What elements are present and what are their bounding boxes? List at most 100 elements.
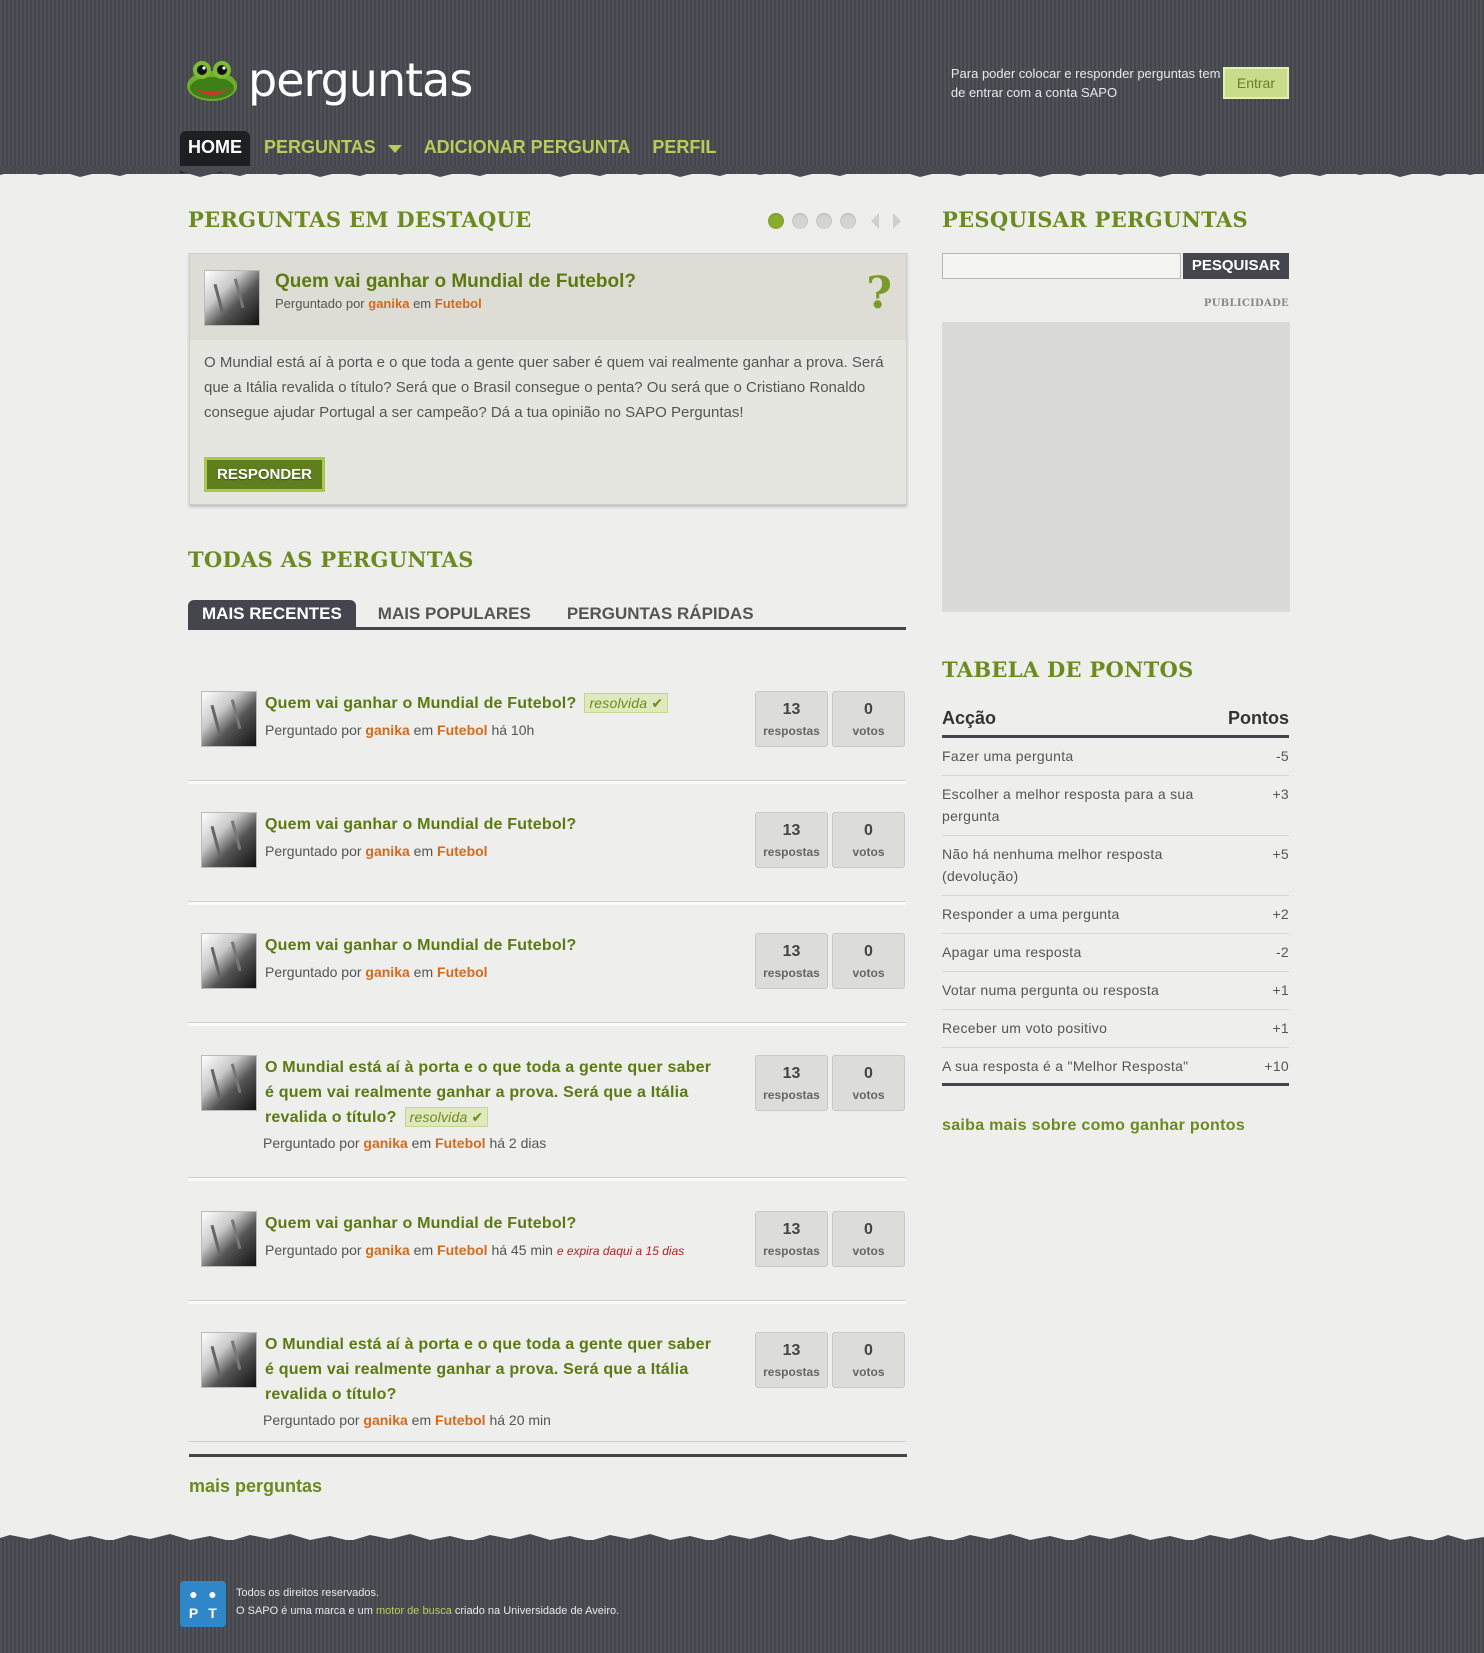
points-more-link[interactable]: saiba mais sobre como ganhar pontos bbox=[942, 1117, 1245, 1135]
votes-label: votos bbox=[852, 724, 885, 738]
category-link[interactable]: Futebol bbox=[437, 964, 488, 980]
logo[interactable]: perguntas bbox=[186, 50, 473, 110]
question-row: Quem vai ganhar o Mundial de Futebol? res… bbox=[188, 691, 906, 784]
meta-in: em bbox=[411, 1412, 432, 1428]
logo-letter: ● bbox=[189, 1586, 198, 1602]
badge-label: resolvida bbox=[409, 1109, 468, 1125]
all-questions-section-title: TODAS AS PERGUNTAS bbox=[188, 547, 474, 572]
question-title[interactable]: Quem vai ganhar o Mundial de Futebol? bbox=[265, 933, 715, 958]
avatar[interactable] bbox=[201, 1211, 257, 1267]
answers-label: respostas bbox=[763, 1244, 820, 1258]
meta-in: em bbox=[413, 296, 432, 311]
avatar[interactable] bbox=[201, 933, 257, 989]
user-link[interactable]: ganika bbox=[365, 722, 409, 738]
featured-question-title[interactable]: Quem vai ganhar o Mundial de Futebol? bbox=[275, 271, 636, 293]
featured-question-card: Quem vai ganhar o Mundial de Futebol? Pe… bbox=[189, 253, 907, 505]
avatar[interactable] bbox=[201, 1055, 257, 1111]
answers-count[interactable]: 13 respostas bbox=[755, 1055, 828, 1111]
user-link[interactable]: ganika bbox=[363, 1412, 407, 1428]
votes-count[interactable]: 0 votos bbox=[832, 1211, 905, 1267]
site-header: perguntas Para poder colocar e responder… bbox=[0, 0, 1484, 174]
tab-mais-recentes[interactable]: MAIS RECENTES bbox=[188, 600, 356, 627]
user-link[interactable]: ganika bbox=[365, 1242, 409, 1258]
tab-mais-populares[interactable]: MAIS POPULARES bbox=[364, 600, 545, 627]
more-questions-link[interactable]: mais perguntas bbox=[189, 1476, 322, 1497]
question-title[interactable]: Quem vai ganhar o Mundial de Futebol? res… bbox=[265, 691, 715, 716]
answers-label: respostas bbox=[763, 845, 820, 859]
category-link[interactable]: Futebol bbox=[437, 1242, 488, 1258]
login-box: Para poder colocar e responder perguntas… bbox=[951, 64, 1289, 102]
slider-dot-1[interactable] bbox=[768, 213, 784, 229]
meta-in: em bbox=[411, 1135, 432, 1151]
avatar[interactable] bbox=[201, 812, 257, 868]
meta-prefix: Perguntado por bbox=[265, 722, 362, 738]
votes-count[interactable]: 0 votos bbox=[832, 933, 905, 989]
user-link[interactable]: ganika bbox=[365, 964, 409, 980]
question-title[interactable]: O Mundial está aí à porta e o que toda a… bbox=[265, 1332, 715, 1407]
points-action: Apagar uma resposta bbox=[942, 944, 1082, 960]
avatar[interactable] bbox=[201, 1332, 257, 1388]
col-action: Acção bbox=[942, 708, 997, 728]
nav-label: ADICIONAR PERGUNTA bbox=[423, 137, 631, 157]
ad-label: PUBLICIDADE bbox=[1203, 298, 1289, 309]
tab-perguntas-rapidas[interactable]: PERGUNTAS RÁPIDAS bbox=[553, 600, 768, 627]
sapo-logo-icon[interactable]: ● ● P T bbox=[180, 1581, 226, 1627]
votes-number: 0 bbox=[864, 1221, 873, 1238]
login-message: Para poder colocar e responder perguntas… bbox=[950, 66, 1221, 100]
points-value: -5 bbox=[1275, 748, 1289, 764]
points-value: +5 bbox=[1272, 846, 1289, 862]
footer-line-2a: O SAPO é uma marca e um bbox=[236, 1605, 373, 1617]
points-action: Receber um voto positivo bbox=[942, 1020, 1108, 1036]
answers-count[interactable]: 13 respostas bbox=[755, 812, 828, 868]
arrow-right-icon[interactable] bbox=[893, 213, 901, 229]
respond-button[interactable]: RESPONDER bbox=[204, 457, 326, 492]
points-table-header: Acção Pontos bbox=[942, 708, 1289, 738]
chevron-down-icon bbox=[387, 145, 402, 153]
featured-question-body: O Mundial está aí à porta e o que toda a… bbox=[204, 354, 884, 421]
points-table: Acção Pontos Fazer uma pergunta -5 Escolh… bbox=[942, 708, 1289, 1086]
votes-count[interactable]: 0 votos bbox=[832, 1055, 905, 1111]
user-link[interactable]: ganika bbox=[368, 296, 409, 311]
category-link[interactable]: Futebol bbox=[435, 296, 482, 311]
category-link[interactable]: Futebol bbox=[435, 1135, 486, 1151]
question-meta: Perguntado por ganika em Futebol bbox=[265, 843, 488, 859]
ad-placeholder[interactable] bbox=[942, 322, 1290, 612]
votes-label: votos bbox=[852, 845, 885, 859]
votes-count[interactable]: 0 votos bbox=[832, 691, 905, 747]
search-engine-link[interactable]: motor de busca bbox=[376, 1605, 452, 1617]
answers-count[interactable]: 13 respostas bbox=[755, 1211, 828, 1267]
arrow-left-icon[interactable] bbox=[871, 213, 879, 229]
login-button[interactable]: Entrar bbox=[1222, 67, 1289, 99]
votes-count[interactable]: 0 votos bbox=[832, 1332, 905, 1388]
resolved-badge: resolvida ✔ bbox=[404, 1107, 489, 1127]
list-divider bbox=[189, 1454, 907, 1457]
question-title[interactable]: O Mundial está aí à porta e o que toda a… bbox=[265, 1055, 715, 1130]
slider-dot-3[interactable] bbox=[816, 213, 832, 229]
search-input[interactable] bbox=[942, 253, 1181, 279]
category-link[interactable]: Futebol bbox=[437, 722, 488, 738]
avatar[interactable] bbox=[204, 270, 260, 326]
points-value: +1 bbox=[1272, 982, 1289, 998]
question-row: O Mundial está aí à porta e o que toda a… bbox=[188, 1055, 906, 1181]
category-link[interactable]: Futebol bbox=[435, 1412, 486, 1428]
question-time: há 45 min bbox=[491, 1242, 553, 1258]
votes-count[interactable]: 0 votos bbox=[832, 812, 905, 868]
answers-count[interactable]: 13 respostas bbox=[755, 691, 828, 747]
meta-in: em bbox=[413, 1242, 434, 1258]
avatar[interactable] bbox=[201, 691, 257, 747]
votes-number: 0 bbox=[864, 943, 873, 960]
question-mark-icon: ? bbox=[866, 268, 892, 319]
answers-count[interactable]: 13 respostas bbox=[755, 1332, 828, 1388]
slider-dot-4[interactable] bbox=[840, 213, 856, 229]
user-link[interactable]: ganika bbox=[363, 1135, 407, 1151]
question-title[interactable]: Quem vai ganhar o Mundial de Futebol? bbox=[265, 1211, 715, 1236]
answers-count[interactable]: 13 respostas bbox=[755, 933, 828, 989]
user-link[interactable]: ganika bbox=[365, 843, 409, 859]
resolved-badge: resolvida ✔ bbox=[584, 693, 669, 713]
category-link[interactable]: Futebol bbox=[437, 843, 488, 859]
question-title-text: Quem vai ganhar o Mundial de Futebol? bbox=[265, 937, 577, 954]
question-title[interactable]: Quem vai ganhar o Mundial de Futebol? bbox=[265, 812, 715, 837]
search-button[interactable]: PESQUISAR bbox=[1183, 253, 1289, 279]
question-title-text: Quem vai ganhar o Mundial de Futebol? bbox=[265, 695, 577, 712]
slider-dot-2[interactable] bbox=[792, 213, 808, 229]
